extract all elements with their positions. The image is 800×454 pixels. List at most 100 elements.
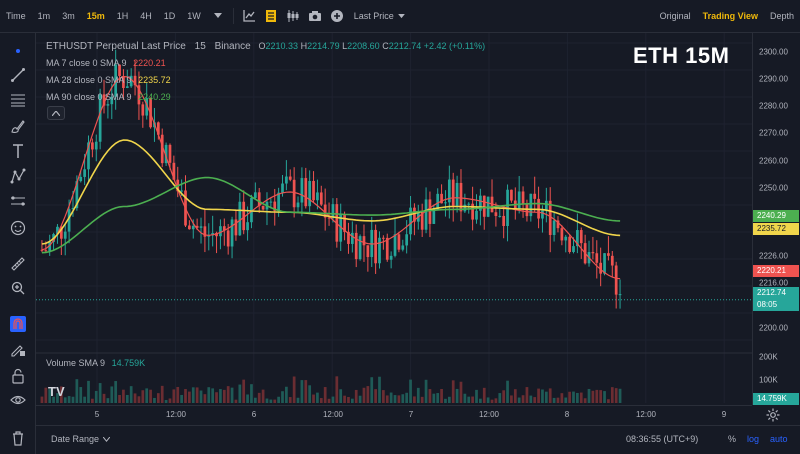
volume-bar <box>79 387 83 403</box>
volume-bar <box>300 380 304 403</box>
view-depth[interactable]: Depth <box>764 0 800 33</box>
interval-1m[interactable]: 1m <box>32 0 57 33</box>
ma7-label: MA 7 close 0 SMA 9 <box>46 58 127 68</box>
volume-bar <box>91 398 94 403</box>
collapse-legend-button[interactable] <box>47 106 65 120</box>
view-original[interactable]: Original <box>654 0 697 33</box>
magnet-icon[interactable] <box>6 314 30 334</box>
volume-bar <box>436 393 440 403</box>
log-toggle[interactable]: log <box>747 434 759 444</box>
add-icon[interactable] <box>326 0 348 33</box>
candle-body <box>564 236 568 241</box>
volume-bar <box>541 389 544 403</box>
chevron-down-icon[interactable] <box>207 0 229 33</box>
candle-body <box>579 230 583 244</box>
candle-body <box>544 200 548 211</box>
volume-bar <box>149 389 152 403</box>
text-icon[interactable] <box>6 141 30 161</box>
volume-bar <box>579 392 583 403</box>
ohlc-values: O2210.33 H2214.79 L2208.60 C2212.74 +2.4… <box>258 41 485 51</box>
dot-icon[interactable] <box>6 41 30 61</box>
eye-icon[interactable] <box>6 390 30 410</box>
candle-body <box>319 192 323 205</box>
interval-1w[interactable]: 1W <box>181 0 207 33</box>
price-tick: 2260.00 <box>759 156 788 166</box>
interval-4h[interactable]: 4H <box>134 0 158 33</box>
volume-legend[interactable]: Volume SMA 9 14.759K <box>46 358 145 368</box>
candle-body <box>521 191 525 205</box>
volume-bar <box>273 399 277 403</box>
low-value: 2208.60 <box>347 41 380 51</box>
volume-bar <box>401 394 405 403</box>
settings-gear-icon[interactable] <box>766 408 780 422</box>
pattern-icon[interactable] <box>6 166 30 186</box>
volume-bar <box>40 396 44 403</box>
volume-bar <box>583 398 587 403</box>
price-scale[interactable]: 2300.00 2290.00 2280.00 2270.00 2260.00 … <box>752 33 800 405</box>
candle-body <box>482 195 486 217</box>
volume-bar <box>482 387 486 403</box>
candle-body <box>610 255 614 266</box>
measure-icon[interactable] <box>6 191 30 211</box>
volume-bar <box>141 390 145 403</box>
view-trading-view[interactable]: Trading View <box>697 0 764 33</box>
price-tick: 2290.00 <box>759 74 788 84</box>
volume-bar <box>207 387 211 403</box>
volume-bar <box>145 388 149 403</box>
lock-icon[interactable] <box>6 366 30 386</box>
volume-bar <box>67 396 71 403</box>
volume-bar <box>323 387 327 403</box>
interval-3m[interactable]: 3m <box>56 0 81 33</box>
interval-1h[interactable]: 1H <box>111 0 135 33</box>
volume-bar <box>129 386 133 403</box>
candle-body <box>529 193 533 217</box>
volume-bar <box>102 393 106 403</box>
volume-bar <box>125 394 129 403</box>
clock[interactable]: 08:36:55 (UTC+9) <box>626 434 698 444</box>
chart-type-icon[interactable] <box>260 0 282 33</box>
candle-body <box>618 294 622 296</box>
candle-icon[interactable] <box>282 0 304 33</box>
volume-label: Volume SMA 9 <box>46 358 106 368</box>
tradingview-logo[interactable]: TV <box>48 384 65 399</box>
ma90-legend[interactable]: MA 90 close 0 SMA 9 2240.29 <box>46 89 485 106</box>
volume-bar <box>502 390 506 403</box>
percent-toggle[interactable]: % <box>728 434 736 444</box>
ma7-legend[interactable]: MA 7 close 0 SMA 9 2220.21 <box>46 55 485 72</box>
time-scale[interactable]: 5 12:00 6 12:00 7 12:00 8 12:00 9 <box>36 405 752 425</box>
volume-bar <box>296 397 300 403</box>
last-price-label: 2212.74 08:05 <box>753 287 799 311</box>
horizontal-lines-icon[interactable] <box>6 90 30 110</box>
view-switcher: Original Trading View Depth <box>654 0 800 33</box>
volume-bar <box>253 397 257 403</box>
emoji-icon[interactable] <box>6 218 30 238</box>
indicator-icon[interactable] <box>238 0 260 33</box>
ruler-icon[interactable] <box>6 254 30 274</box>
time-tick: 7 <box>408 410 414 419</box>
date-range-button[interactable]: Date Range <box>51 434 111 444</box>
volume-bar <box>316 392 319 403</box>
auto-toggle[interactable]: auto <box>770 434 788 444</box>
zoom-icon[interactable] <box>6 278 30 298</box>
ma28-legend[interactable]: MA 28 close 0 SMA 9 2235.72 <box>46 72 485 89</box>
camera-icon[interactable] <box>304 0 326 33</box>
candle-body <box>382 237 385 239</box>
chart-watermark: ETH 15M <box>633 43 730 68</box>
pencil-lock-icon[interactable] <box>6 340 30 360</box>
price-type-select[interactable]: Last Price <box>348 0 411 33</box>
volume-bar <box>242 379 246 403</box>
volume-bar <box>350 398 354 403</box>
brush-icon[interactable] <box>6 116 30 136</box>
volume-bar <box>556 397 560 403</box>
time-tick: 12:00 <box>322 410 344 419</box>
interval-15m[interactable]: 15m <box>81 0 111 33</box>
trading-chart-app: Time 1m 3m 15m 1H 4H 1D 1W Last Price Or… <box>0 0 800 454</box>
time-label[interactable]: Time <box>0 0 32 33</box>
volume-tick: 100K <box>759 375 778 385</box>
trend-line-icon[interactable] <box>6 65 30 85</box>
volume-bar <box>71 396 75 403</box>
interval-1d[interactable]: 1D <box>158 0 182 33</box>
candle-body <box>498 215 502 217</box>
trash-icon[interactable] <box>6 428 30 448</box>
volume-bar <box>106 398 110 403</box>
